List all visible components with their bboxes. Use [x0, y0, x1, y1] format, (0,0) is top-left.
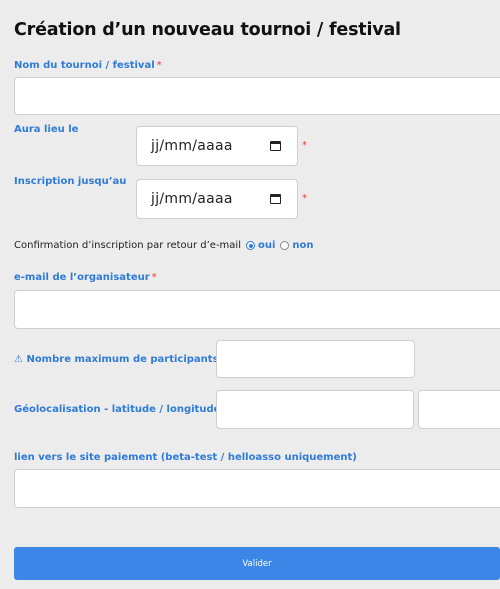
registration-deadline-input[interactable]: jj/mm/aaaa [136, 179, 298, 219]
organizer-email-input[interactable] [14, 290, 500, 329]
latitude-input[interactable] [216, 390, 414, 429]
email-confirmation-row: Confirmation d’inscription par retour d’… [14, 240, 314, 251]
payment-link-label: lien vers le site paiement (beta-test / … [14, 452, 357, 463]
longitude-input[interactable] [418, 390, 500, 429]
organizer-email-label: e-mail de l’organisateur * [14, 272, 157, 283]
required-mark: * [302, 193, 307, 204]
page-title: Création d’un nouveau tournoi / festival [14, 20, 401, 40]
max-participants-input[interactable] [216, 340, 415, 378]
calendar-icon[interactable] [270, 194, 281, 204]
tournament-name-input[interactable] [14, 77, 500, 115]
email-confirmation-label: Confirmation d’inscription par retour d’… [14, 240, 241, 251]
tournament-name-label: Nom du tournoi / festival * [14, 60, 162, 71]
max-participants-label: ⚠ Nombre maximum de participants [14, 354, 219, 365]
required-mark: * [302, 140, 307, 151]
required-mark: * [151, 272, 157, 283]
confirm-no-radio[interactable] [280, 241, 290, 250]
tournament-name-label-text: Nom du tournoi / festival [14, 60, 155, 71]
confirm-yes-radio[interactable] [246, 241, 255, 250]
geolocation-label: Géolocalisation - latitude / longitude [14, 404, 221, 415]
payment-link-input[interactable] [14, 469, 500, 508]
organizer-email-label-text: e-mail de l’organisateur [14, 272, 150, 283]
confirm-no-label[interactable]: non [292, 240, 313, 251]
calendar-icon[interactable] [270, 141, 281, 151]
event-date-label: Aura lieu le [14, 124, 79, 135]
event-date-value: jj/mm/aaaa [151, 138, 233, 154]
event-date-input[interactable]: jj/mm/aaaa [136, 126, 298, 166]
confirm-yes-label[interactable]: oui [258, 240, 275, 251]
registration-deadline-label: Inscription jusqu’au [14, 176, 127, 187]
required-mark: * [156, 60, 162, 71]
submit-button[interactable]: Valider [14, 547, 500, 580]
registration-deadline-value: jj/mm/aaaa [151, 191, 233, 207]
